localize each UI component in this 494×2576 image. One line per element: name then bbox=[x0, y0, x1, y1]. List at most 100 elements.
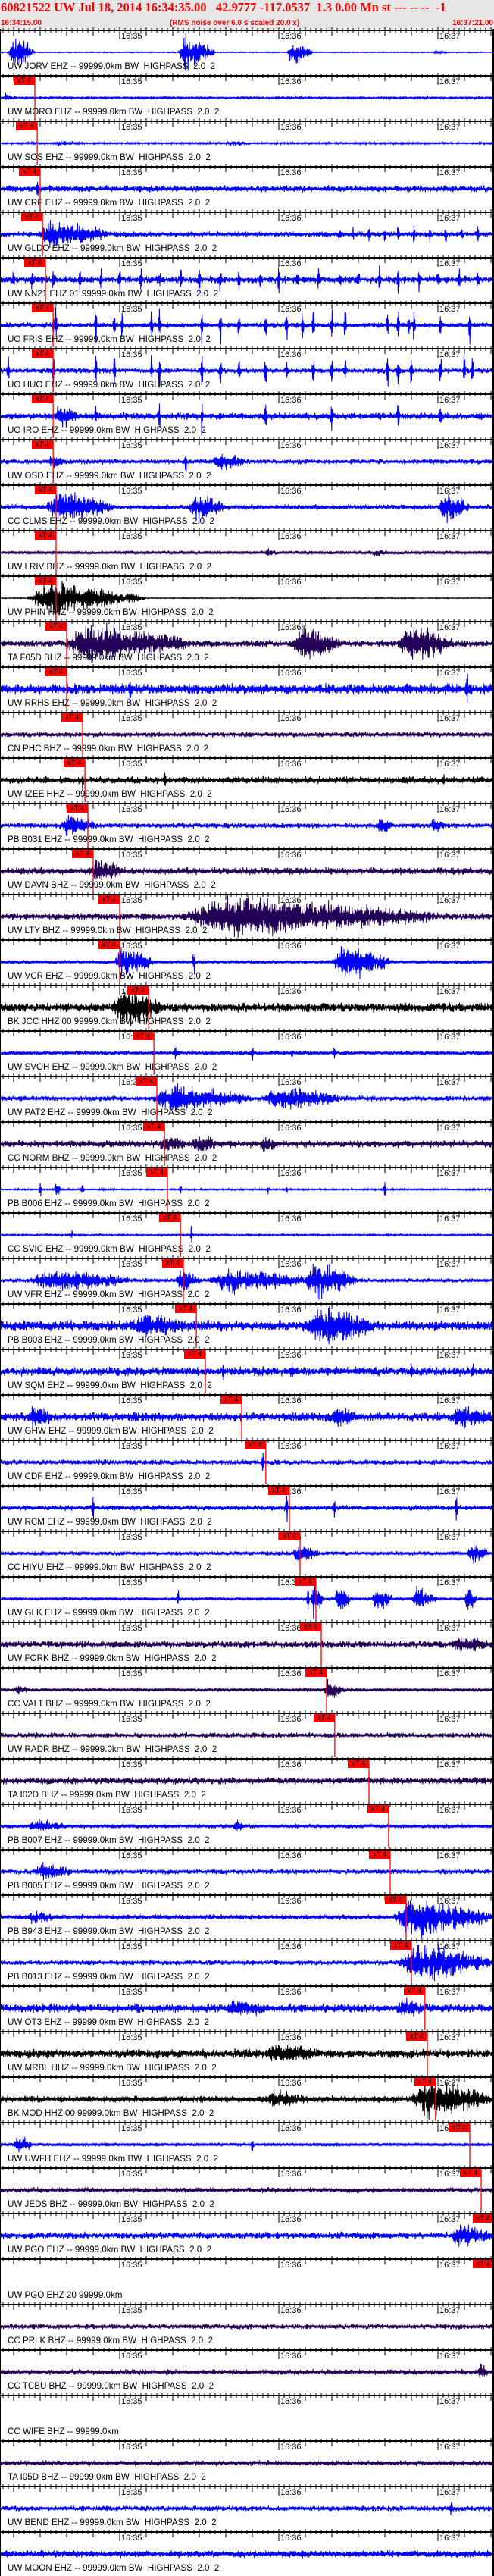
station-row: 16:35 16:36 16:37 xT 4 UW PGO EHZ 20 99999.0… bbox=[0, 2256, 494, 2303]
station-row: 16:35 16:36 16:37 xT 4 PB B007 EHZ -- 99999.… bbox=[0, 1801, 494, 1848]
event-header: 60821522 UW Jul 18, 2014 16:34:35.00 42.… bbox=[0, 0, 494, 29]
waveform-trace bbox=[0, 1453, 493, 1471]
pick-marker[interactable]: xT 4 bbox=[136, 1077, 157, 1086]
pick-marker[interactable]: xT 4 bbox=[403, 1987, 425, 1995]
pick-marker[interactable]: xT 4 bbox=[369, 1851, 390, 1859]
station-row: 16:35 16:36 16:37 xT 4 CN PHC BHZ -- 99999.0… bbox=[0, 710, 494, 757]
time-axis-ticks bbox=[2, 27, 492, 39]
pick-marker[interactable]: xT 4 bbox=[279, 1532, 300, 1540]
pick-marker[interactable]: xT 4 bbox=[61, 713, 83, 722]
time-tick-label: 16:35 bbox=[121, 760, 142, 769]
pick-marker[interactable]: xT 4 bbox=[162, 1259, 183, 1268]
pick-marker[interactable]: xT 4 bbox=[72, 850, 93, 858]
pick-marker[interactable]: xT 4 bbox=[16, 122, 38, 130]
pick-marker[interactable]: xT 4 bbox=[98, 941, 120, 949]
pick-marker[interactable]: xT 4 bbox=[32, 349, 54, 358]
pick-marker[interactable]: xT 4 bbox=[35, 486, 56, 494]
pick-marker[interactable]: xT 4 bbox=[19, 168, 40, 176]
time-axis-ticks bbox=[2, 573, 492, 585]
pick-marker[interactable]: xT 4 bbox=[45, 622, 67, 631]
waveform-trace bbox=[0, 92, 493, 101]
station-row: 16:3516:3616:37xT 4CC HIYU EHZ -- 99999.… bbox=[0, 1528, 494, 1575]
pick-marker[interactable]: xT 4 bbox=[406, 2032, 427, 2041]
station-label: TA F05D BHZ -- 99999.0km BW HIGHPASS 2.0… bbox=[8, 653, 209, 663]
pick-marker[interactable]: xT 4 bbox=[184, 1350, 206, 1359]
time-tick-label: 16:37 bbox=[439, 305, 461, 314]
pick-marker[interactable]: xT 4 bbox=[220, 1396, 242, 1404]
waveform-trace bbox=[0, 2549, 493, 2559]
pick-marker[interactable]: xT 4 bbox=[472, 2214, 494, 2223]
time-tick-label: 16:36 bbox=[280, 805, 302, 814]
time-tick-label: 16:35 bbox=[121, 168, 142, 177]
pick-marker[interactable]: xT 4 bbox=[45, 668, 67, 676]
waveform-trace bbox=[0, 1047, 493, 1061]
pick-marker[interactable]: xT 4 bbox=[64, 759, 86, 767]
time-tick-label: 16:35 bbox=[121, 578, 142, 587]
time-tick-label: 16:35 bbox=[121, 1851, 142, 1860]
station-label: UW IZEE HHZ -- 99999.0km BW HIGHPASS 2.0… bbox=[8, 789, 212, 799]
time-axis-ticks bbox=[2, 1892, 492, 1904]
time-tick-label: 16:37 bbox=[439, 1578, 461, 1587]
pick-marker[interactable]: xT 4 bbox=[14, 77, 35, 85]
station-label: PB B006 EHZ -- 99999.0km BW HIGHPASS 2.0… bbox=[8, 1199, 210, 1208]
pick-marker[interactable]: xT 4 bbox=[143, 1123, 165, 1131]
pick-marker[interactable]: xT 4 bbox=[244, 1441, 266, 1449]
time-axis-ticks bbox=[2, 1392, 492, 1404]
time-tick-label: 16:37 bbox=[439, 987, 461, 996]
pick-marker[interactable]: xT 4 bbox=[449, 2123, 470, 2132]
pick-marker[interactable]: xT 4 bbox=[98, 895, 120, 904]
pick-marker[interactable]: xT 4 bbox=[127, 986, 149, 995]
station-row: 16:35 16:36 16:37 xT 4 UW OSD EHZ -- 99999.0… bbox=[0, 437, 494, 484]
time-tick-label: 16:36 bbox=[280, 1260, 302, 1269]
pick-marker[interactable]: xT 4 bbox=[305, 1669, 327, 1677]
time-axis-ticks bbox=[2, 300, 492, 312]
station-label: UW GLDO EHZ -- 99999.0km BW HIGHPASS 2.0… bbox=[8, 243, 217, 253]
pick-marker[interactable]: xT 4 bbox=[32, 304, 54, 312]
time-tick-label: 16:37 bbox=[439, 1669, 461, 1678]
waveform-trace bbox=[0, 2224, 493, 2247]
station-row: 16:35 16:36 16:37 xT 4 UW SOS EHZ -- 99999.0… bbox=[0, 118, 494, 165]
time-tick-label: 16:37 bbox=[439, 1988, 461, 1997]
pick-marker[interactable]: xT 4 bbox=[133, 1032, 155, 1040]
pick-marker[interactable]: xT 4 bbox=[367, 1805, 389, 1813]
pick-marker[interactable]: xT 4 bbox=[32, 440, 54, 449]
pick-marker[interactable]: xT 4 bbox=[35, 577, 56, 585]
time-axis-ticks bbox=[2, 73, 492, 85]
pick-marker[interactable]: xT 4 bbox=[21, 213, 43, 221]
pick-marker[interactable]: xT 4 bbox=[175, 1305, 197, 1313]
end-time: 16:37:21.00 bbox=[452, 19, 493, 27]
pick-marker[interactable]: xT 4 bbox=[35, 531, 56, 540]
pick-marker[interactable]: xT 4 bbox=[313, 1714, 335, 1722]
pick-marker[interactable]: xT 4 bbox=[348, 1760, 369, 1768]
pick-marker[interactable]: xT 4 bbox=[268, 1487, 289, 1495]
time-tick-label: 16:35 bbox=[121, 2534, 142, 2543]
station-label: UW MORO EHZ -- 99999.0km BW HIGHPASS 2.0… bbox=[8, 107, 220, 117]
station-row: 16:3516:3616:37xT 4BK JCC HHZ 00 99999.0… bbox=[0, 982, 494, 1029]
station-row: 16:35 16:36 16:37 xT 4 UW RADR BHZ -- 99999.… bbox=[0, 1710, 494, 1757]
pick-marker[interactable]: xT 4 bbox=[159, 1214, 181, 1222]
pick-marker[interactable]: xT 4 bbox=[146, 1168, 167, 1177]
station-label: UW LRIV BHZ -- 99999.0km BW HIGHPASS 2.0… bbox=[8, 562, 212, 572]
time-axis-ticks bbox=[2, 2256, 492, 2268]
time-tick-label: 16:37 bbox=[439, 1942, 461, 1951]
time-axis-ticks bbox=[2, 1164, 492, 1177]
waveform-trace bbox=[0, 1362, 493, 1380]
time-tick-label: 16:36 bbox=[280, 259, 302, 268]
pick-marker[interactable]: xT 4 bbox=[385, 1896, 406, 1904]
time-tick-label: 16:35 bbox=[121, 77, 142, 86]
pick-marker[interactable]: xT 4 bbox=[67, 804, 88, 813]
time-tick-label: 16:36 bbox=[280, 77, 302, 86]
station-row: 16:35 16:36 16:37 UW MOON EHZ -- 99999.0km … bbox=[0, 2529, 494, 2576]
pick-marker[interactable]: xT 4 bbox=[24, 259, 45, 267]
pick-marker[interactable]: xT 4 bbox=[300, 1623, 321, 1631]
pick-marker[interactable]: xT 4 bbox=[390, 1941, 411, 1950]
time-tick-label: 16:35 bbox=[121, 123, 142, 132]
pick-marker[interactable]: xT 4 bbox=[295, 1578, 316, 1586]
time-tick-label: 16:37 bbox=[439, 77, 461, 86]
pick-marker[interactable]: xT 4 bbox=[32, 395, 54, 403]
time-tick-label: 16:36 bbox=[280, 714, 302, 723]
pick-marker[interactable]: xT 4 bbox=[472, 2260, 494, 2268]
time-axis-ticks bbox=[2, 1756, 492, 1768]
pick-marker[interactable]: xT 4 bbox=[414, 2078, 436, 2086]
pick-marker[interactable]: xT 4 bbox=[460, 2169, 482, 2177]
